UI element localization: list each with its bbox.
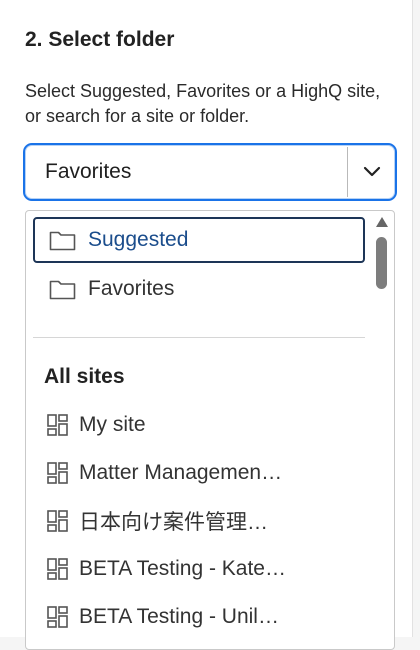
scroll-thumb[interactable] [376, 237, 387, 289]
site-grid-icon [46, 509, 70, 533]
folder-select-value: Favorites [45, 160, 132, 183]
option-label: Suggested [88, 228, 189, 251]
site-label: 日本向け案件管理… [79, 511, 268, 534]
site-label: Matter Managemen… [79, 461, 283, 484]
group-header-all-sites: All sites [44, 365, 125, 388]
folder-icon [49, 228, 76, 252]
site-grid-icon [46, 605, 70, 629]
dropdown-scrollbar[interactable] [374, 215, 390, 645]
dropdown-divider [33, 337, 365, 338]
site-item-beta-testing-unil[interactable]: BETA Testing - Unil… [46, 597, 366, 637]
site-label: BETA Testing - Unil… [79, 605, 279, 628]
site-grid-icon [46, 461, 70, 485]
step-title: 2. Select folder [25, 28, 175, 51]
site-grid-icon [46, 557, 70, 581]
site-item-my-site[interactable]: My site [46, 405, 366, 445]
site-item-matter-management[interactable]: Matter Managemen… [46, 453, 366, 493]
site-grid-icon [46, 413, 70, 437]
option-favorites[interactable]: Favorites [33, 266, 365, 312]
helper-text: Select Suggested, Favorites or a HighQ s… [25, 81, 381, 126]
site-label: BETA Testing - Kate… [79, 557, 286, 580]
site-item-beta-testing-kate[interactable]: BETA Testing - Kate… [46, 549, 366, 589]
folder-dropdown-list[interactable]: Suggested Favorites All sites My site Ma… [25, 210, 395, 650]
option-label: Favorites [88, 277, 175, 300]
chevron-down-icon[interactable] [347, 147, 395, 197]
folder-icon [49, 277, 76, 301]
site-label: My site [79, 413, 146, 436]
option-suggested[interactable]: Suggested [33, 217, 365, 263]
folder-select[interactable]: Favorites [23, 143, 397, 201]
site-item-japan-matter-management[interactable]: 日本向け案件管理… [46, 501, 366, 541]
folder-selection-panel: 2. Select folder Select Suggested, Favor… [0, 0, 413, 650]
scroll-up-arrow-icon[interactable] [376, 217, 388, 227]
